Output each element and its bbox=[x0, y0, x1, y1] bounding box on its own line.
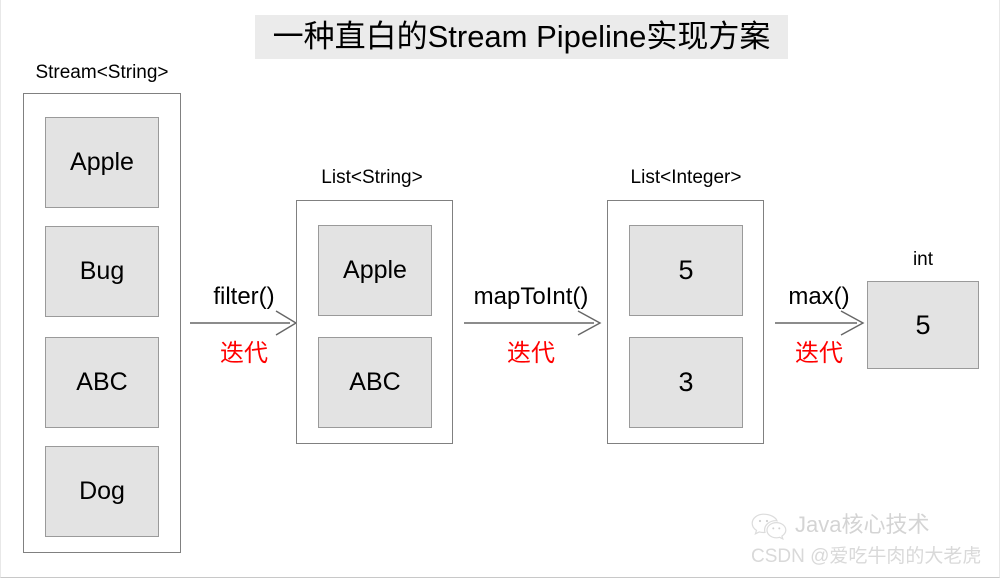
watermark: Java核心技术 CSDN @爱吃牛肉的大老虎 bbox=[749, 508, 993, 570]
operation-maptoint: mapToInt() 迭代 bbox=[458, 283, 604, 367]
stage-label-stream-string: Stream<String> bbox=[35, 62, 169, 83]
page-title: 一种直白的Stream Pipeline实现方案 bbox=[255, 15, 788, 59]
operation-max: max() 迭代 bbox=[773, 283, 865, 367]
watermark-brand: Java核心技术 bbox=[795, 512, 930, 537]
stage-item: 3 bbox=[629, 337, 743, 428]
stage-item: Apple bbox=[318, 225, 432, 316]
operation-note: 迭代 bbox=[507, 340, 555, 367]
stage-item: ABC bbox=[45, 337, 159, 428]
operation-label: mapToInt() bbox=[473, 283, 589, 310]
stage-item: Dog bbox=[45, 446, 159, 537]
watermark-brand-row: Java核心技术 bbox=[749, 508, 929, 542]
stage-label-list-integer: List<Integer> bbox=[630, 167, 742, 188]
stage-item: ABC bbox=[318, 337, 432, 428]
stage-item: 5 bbox=[867, 281, 979, 369]
stage-label-list-string: List<String> bbox=[321, 167, 423, 188]
diagram-canvas: 一种直白的Stream Pipeline实现方案 Stream<String> … bbox=[0, 0, 1000, 578]
operation-filter: filter() 迭代 bbox=[190, 283, 298, 367]
operation-note: 迭代 bbox=[795, 340, 843, 367]
wechat-icon bbox=[751, 513, 787, 540]
operation-label: filter() bbox=[213, 283, 275, 310]
stage-item: Apple bbox=[45, 117, 159, 208]
stage-item: 5 bbox=[629, 225, 743, 316]
operation-note: 迭代 bbox=[220, 340, 268, 367]
operation-label: max() bbox=[788, 283, 850, 310]
stage-label-int: int bbox=[912, 249, 934, 270]
watermark-attribution: CSDN @爱吃牛肉的大老虎 bbox=[751, 546, 982, 567]
stage-item: Bug bbox=[45, 226, 159, 317]
